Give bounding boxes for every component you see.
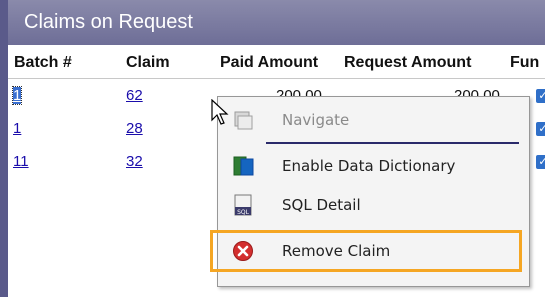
col-claim-header[interactable]: Claim — [126, 54, 170, 72]
batch-link[interactable]: 1 — [13, 120, 21, 137]
svg-text:SQL: SQL — [237, 209, 250, 216]
batch-link[interactable]: 1 — [11, 86, 23, 105]
menu-item-label: SQL Detail — [282, 196, 361, 214]
menu-item-sql-detail[interactable]: SQL SQL Detail — [218, 186, 529, 224]
navigate-icon — [232, 109, 254, 131]
menu-item-label: Enable Data Dictionary — [282, 157, 456, 175]
col-paid-amount-header[interactable]: Paid Amount — [220, 54, 318, 72]
claim-link[interactable]: 62 — [126, 87, 143, 104]
mouse-cursor-icon — [211, 99, 229, 125]
menu-item-navigate[interactable]: Navigate — [218, 101, 529, 139]
data-dictionary-icon — [232, 155, 254, 177]
funds-checkbox[interactable]: ✓ — [536, 89, 545, 103]
menu-item-label: Navigate — [282, 111, 350, 129]
menu-item-enable-data-dictionary[interactable]: Enable Data Dictionary — [218, 147, 529, 185]
claim-link[interactable]: 32 — [126, 153, 143, 170]
funds-checkbox[interactable]: ✓ — [536, 122, 545, 136]
sql-icon: SQL — [232, 194, 254, 216]
funds-checkbox[interactable]: ✓ — [536, 155, 545, 169]
batch-link[interactable]: 11 — [13, 153, 29, 170]
header-divider — [8, 78, 545, 79]
col-batch-header[interactable]: Batch # — [14, 54, 72, 72]
col-funds-header[interactable]: Fun — [510, 54, 539, 72]
claim-link[interactable]: 28 — [126, 120, 143, 137]
menu-separator — [266, 142, 519, 144]
highlight-box — [210, 230, 522, 272]
panel-title: Claims on Request — [8, 0, 545, 45]
col-request-amount-header[interactable]: Request Amount — [344, 54, 471, 72]
